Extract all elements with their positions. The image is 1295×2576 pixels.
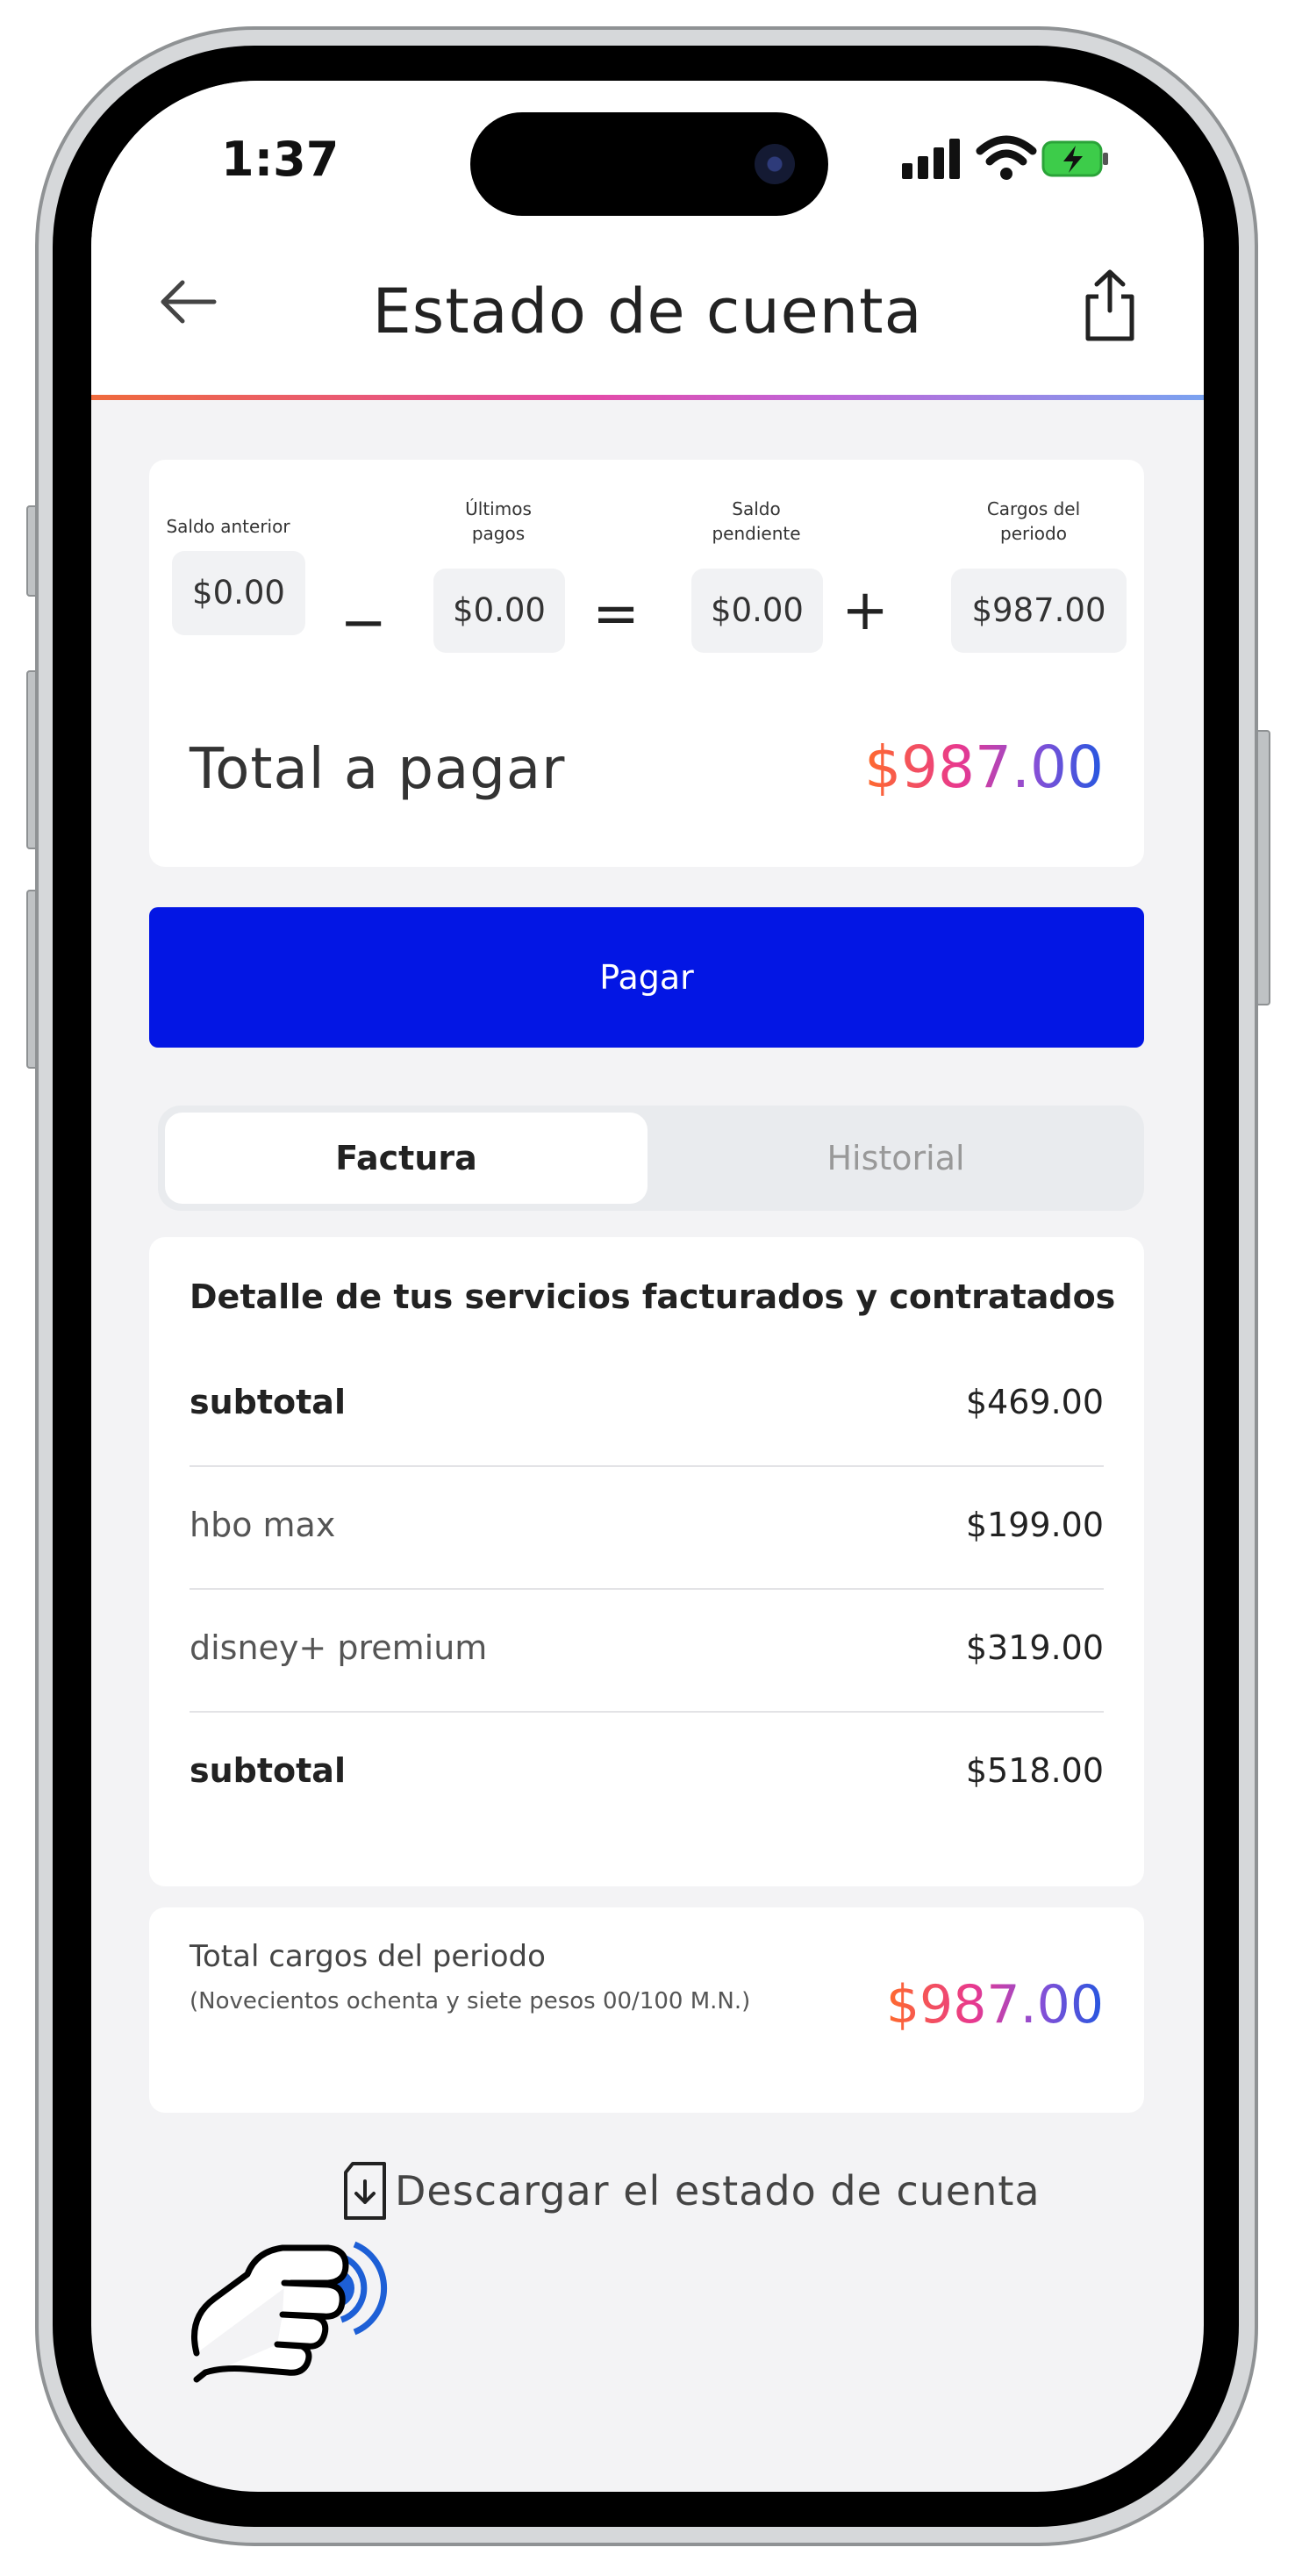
phone-screen: 1:37 Estado de cuenta Saldo anterior $0.… xyxy=(91,81,1204,2492)
row-amount: $199.00 xyxy=(965,1506,1104,1544)
table-row: disney+ premium $319.00 xyxy=(190,1590,1104,1713)
plus-operator: + xyxy=(841,578,889,643)
front-camera xyxy=(755,144,795,184)
table-row: hbo max $199.00 xyxy=(190,1467,1104,1590)
tab-historial[interactable]: Historial xyxy=(655,1113,1137,1204)
summary-label-cargos-periodo: Cargos del periodo xyxy=(986,498,1081,544)
row-amount: $469.00 xyxy=(965,1383,1104,1421)
pointing-hand-icon xyxy=(191,2241,388,2383)
period-total-title: Total cargos del periodo xyxy=(190,1939,546,1974)
summary-label-saldo-pendiente: Saldo pendiente xyxy=(712,498,801,544)
pay-button[interactable]: Pagar xyxy=(149,907,1144,1048)
row-label: subtotal xyxy=(190,1383,346,1421)
table-row: subtotal $469.00 xyxy=(190,1344,1104,1467)
summary-value-cargos-periodo: $987.00 xyxy=(951,569,1127,653)
total-to-pay-amount: $987.00 xyxy=(864,733,1104,801)
detail-heading: Detalle de tus servicios facturados y co… xyxy=(190,1277,1116,1316)
download-document-icon[interactable] xyxy=(339,2160,391,2223)
period-total-amount: $987.00 xyxy=(885,1974,1104,2036)
status-icons xyxy=(898,132,1109,184)
row-amount: $518.00 xyxy=(965,1751,1104,1790)
row-label: hbo max xyxy=(190,1506,336,1544)
tab-factura[interactable]: Factura xyxy=(165,1113,648,1204)
equals-operator: = xyxy=(592,582,640,647)
minus-operator: − xyxy=(340,590,387,655)
summary-value-saldo-anterior: $0.00 xyxy=(172,551,305,635)
summary-label-saldo-anterior: Saldo anterior xyxy=(166,516,290,537)
summary-value-ultimos-pagos: $0.00 xyxy=(433,569,565,653)
page-title: Estado de cuenta xyxy=(372,275,923,347)
share-icon[interactable] xyxy=(1079,265,1141,344)
row-label: disney+ premium xyxy=(190,1628,488,1667)
wifi-icon xyxy=(976,135,1037,180)
table-row: subtotal $518.00 xyxy=(190,1713,1104,1835)
row-label: subtotal xyxy=(190,1751,346,1790)
status-time: 1:37 xyxy=(221,132,340,187)
download-statement-link[interactable]: Descargar el estado de cuenta xyxy=(395,2167,1041,2215)
period-total-words: (Novecientos ochenta y siete pesos 00/10… xyxy=(190,1988,751,2014)
row-amount: $319.00 xyxy=(965,1628,1104,1667)
total-to-pay-label: Total a pagar xyxy=(190,737,566,802)
battery-charging-icon xyxy=(1041,140,1108,177)
balance-summary-card: Saldo anterior $0.00 − Últimos pagos $0.0… xyxy=(149,460,1144,867)
summary-label-ultimos-pagos: Últimos pagos xyxy=(465,498,532,544)
billing-detail-card: Detalle de tus servicios facturados y co… xyxy=(149,1237,1144,1886)
tab-bar: Factura Historial xyxy=(158,1106,1144,1211)
summary-value-saldo-pendiente: $0.00 xyxy=(691,569,823,653)
signal-icon xyxy=(902,139,960,179)
period-total-card: Total cargos del periodo (Novecientos oc… xyxy=(149,1907,1144,2113)
header-gradient-divider xyxy=(91,395,1204,400)
